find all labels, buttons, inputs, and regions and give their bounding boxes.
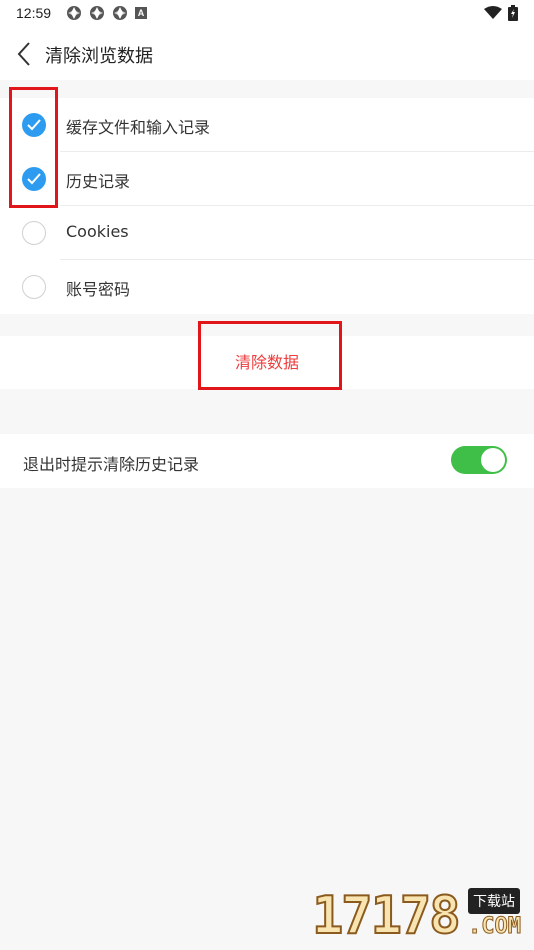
watermark-suffix: .COM <box>468 914 522 940</box>
nav-bar: 清除浏览数据 <box>0 28 534 80</box>
clear-data-button[interactable]: 清除数据 <box>0 336 534 389</box>
page-title: 清除浏览数据 <box>45 46 153 67</box>
unchecked-checkbox-icon[interactable] <box>22 221 46 245</box>
a-badge-icon: A <box>135 7 147 19</box>
exit-prompt-row: 退出时提示清除历史记录 <box>0 434 534 488</box>
notification-icons: A <box>66 5 147 21</box>
status-bar: 12:59 A <box>0 0 534 28</box>
app-notification-icon <box>67 6 81 20</box>
app-notification-icon <box>90 6 104 20</box>
option-label: 账号密码 <box>66 280 131 299</box>
back-button[interactable] <box>12 40 38 68</box>
app-notification-icon <box>113 6 127 20</box>
unchecked-checkbox-icon[interactable] <box>22 275 46 299</box>
checked-checkbox-icon[interactable] <box>22 167 46 191</box>
clear-data-row: 清除数据 <box>0 336 534 389</box>
battery-icon <box>508 5 518 21</box>
exit-prompt-toggle[interactable] <box>451 446 507 474</box>
status-time: 12:59 <box>16 5 52 21</box>
checked-checkbox-icon[interactable] <box>22 113 46 137</box>
option-cache-files[interactable]: 缓存文件和输入记录 <box>0 98 534 152</box>
exit-prompt-label: 退出时提示清除历史记录 <box>23 455 200 474</box>
watermark-tag: 下载站 <box>468 888 520 914</box>
option-label: 历史记录 <box>66 172 131 191</box>
chevron-left-icon <box>17 42 30 66</box>
option-account-passwords[interactable]: 账号密码 <box>0 260 534 314</box>
option-label: 缓存文件和输入记录 <box>66 118 211 137</box>
toggle-knob <box>481 448 505 472</box>
wifi-icon <box>484 6 502 19</box>
clear-options-list: 缓存文件和输入记录 历史记录 Cookies 账号密码 <box>0 98 534 314</box>
option-history[interactable]: 历史记录 <box>0 152 534 206</box>
option-label: Cookies <box>66 222 129 241</box>
status-right <box>484 5 518 21</box>
watermark-logo: 17178 下载站 .COM <box>311 884 530 946</box>
watermark-digits: 17178 <box>311 886 462 946</box>
option-cookies[interactable]: Cookies <box>0 206 534 260</box>
